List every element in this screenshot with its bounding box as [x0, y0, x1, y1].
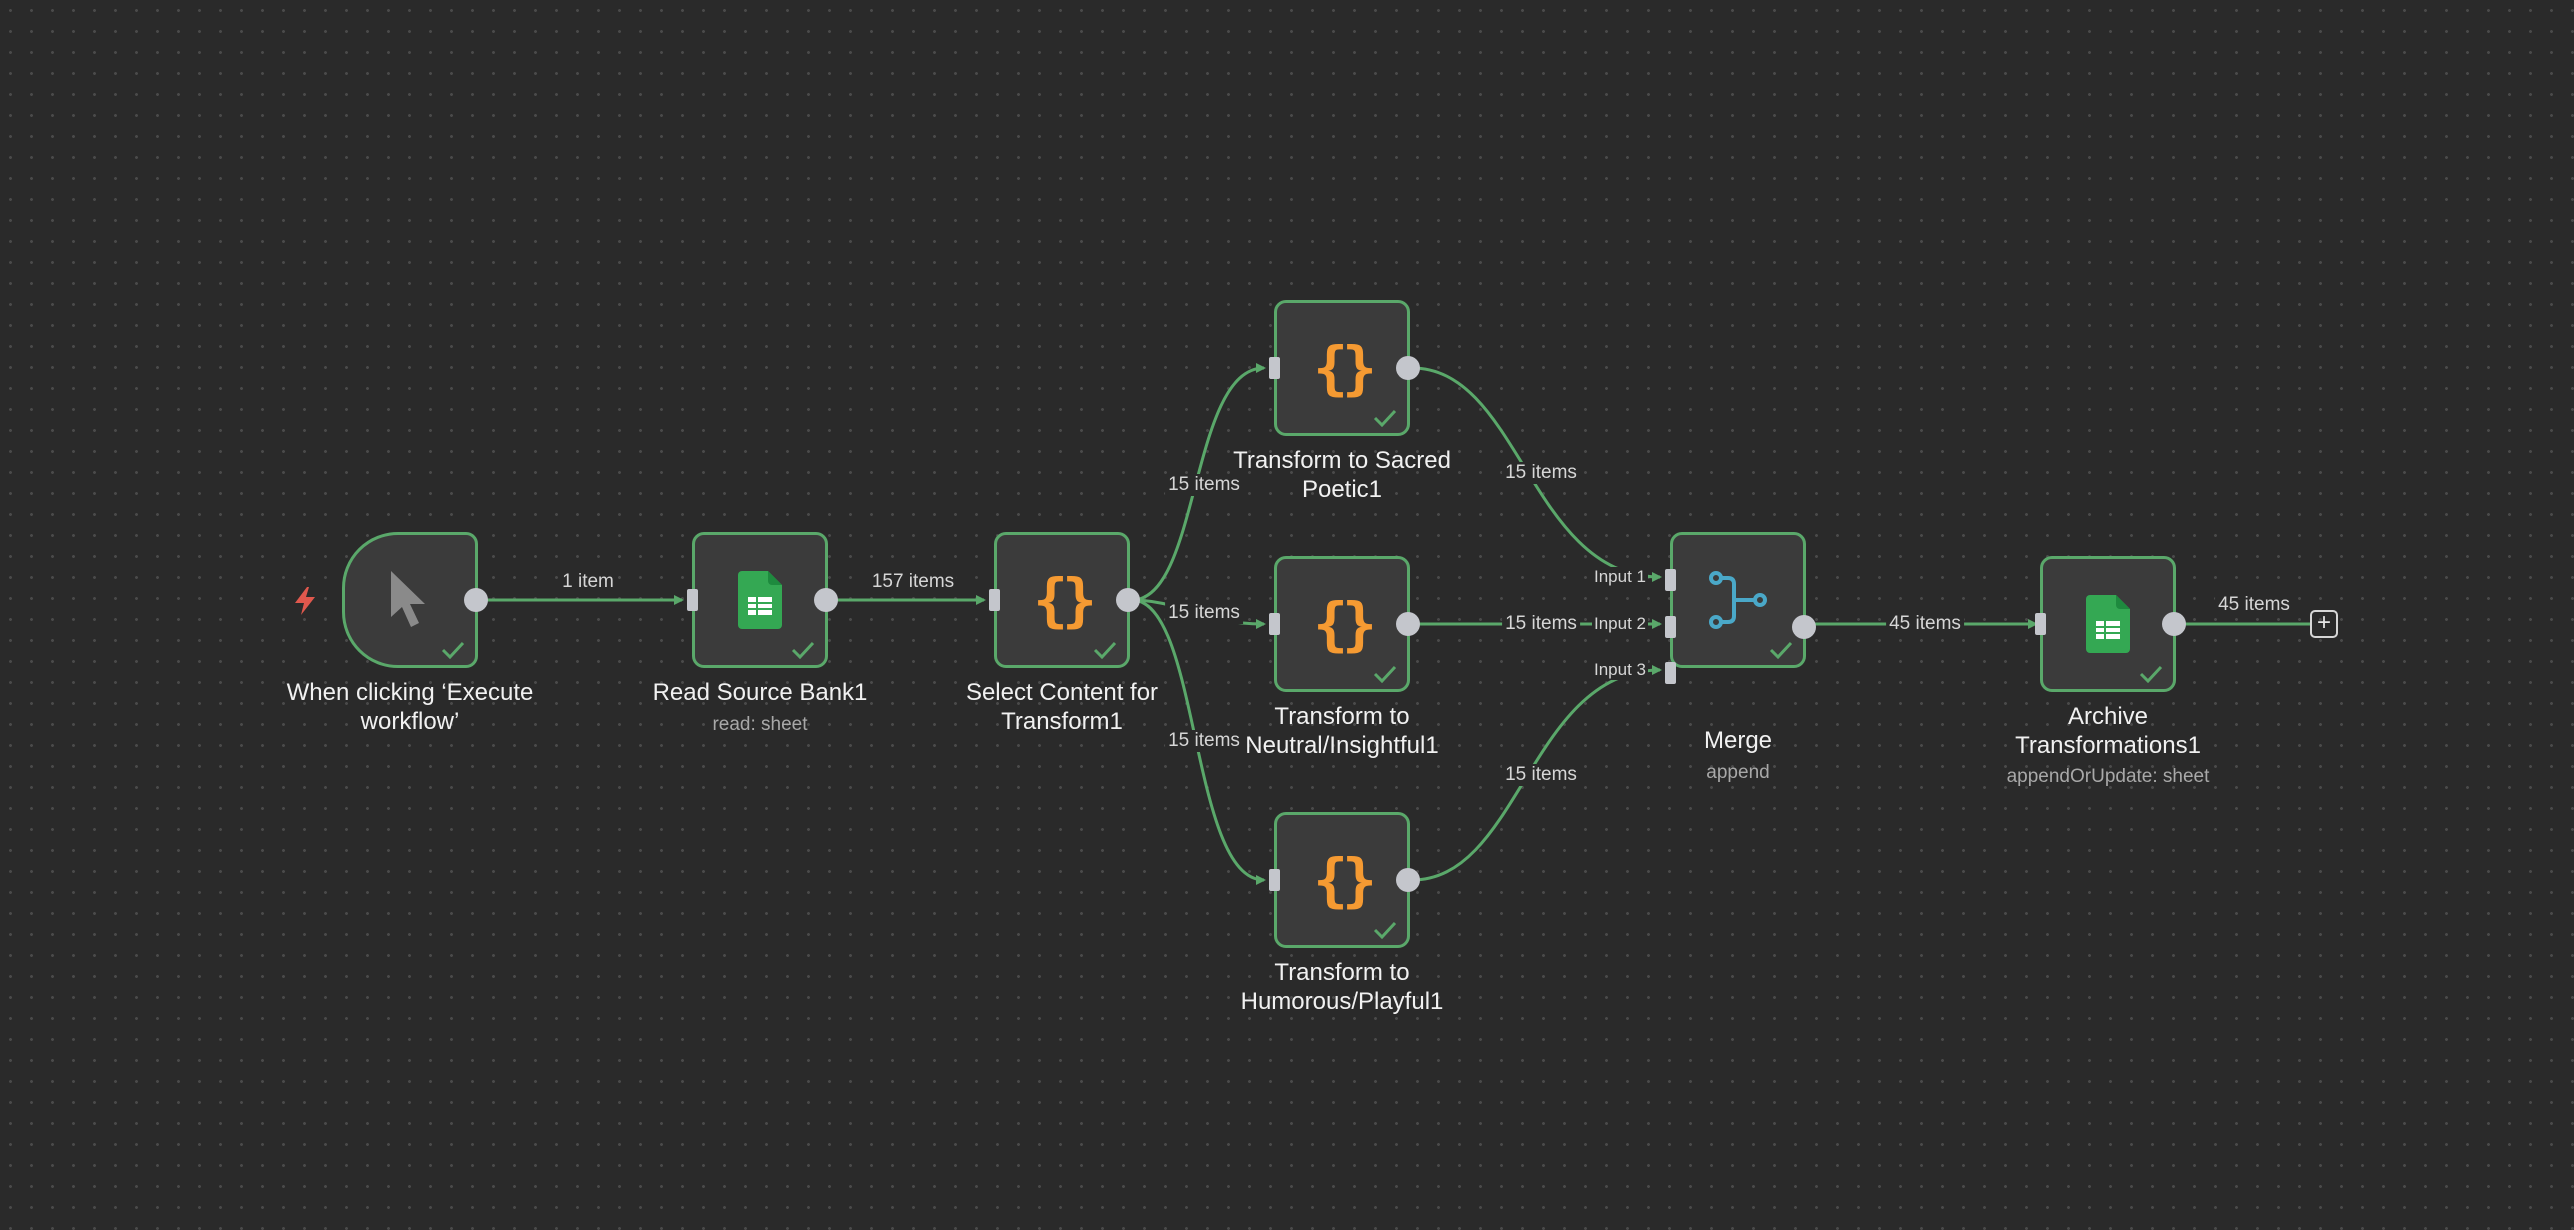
checkmark-icon: [2139, 665, 2163, 683]
output-port[interactable]: [1396, 612, 1420, 636]
node-subtitle-archive: appendOrUpdate: sheet: [2006, 766, 2210, 787]
input-port[interactable]: [1269, 357, 1280, 379]
edge-label-read-to-select: 157 items: [868, 571, 958, 593]
merge-input-2-label: Input 2: [1592, 614, 1648, 634]
google-sheets-icon: [738, 571, 782, 629]
edge-label-trigger-to-read: 1 item: [559, 571, 617, 593]
edge-label-neutral-to-merge: 15 items: [1502, 613, 1580, 635]
plus-icon: +: [2316, 609, 2331, 636]
node-title-transform-neutral: Transform to Neutral/Insightful1: [1245, 703, 1439, 759]
node-select-content[interactable]: {}: [989, 532, 1140, 668]
input-port[interactable]: [687, 589, 698, 611]
node-transform-neutral[interactable]: {}: [1269, 556, 1420, 692]
edge-label-humorous-to-merge: 15 items: [1502, 764, 1580, 786]
input-port[interactable]: [1269, 869, 1280, 891]
checkmark-icon: [1373, 665, 1397, 683]
node-merge[interactable]: [1665, 532, 1816, 684]
lightning-bolt-icon: [295, 587, 315, 615]
code-braces-icon: {}: [1313, 846, 1377, 914]
merge-icon: [1709, 571, 1767, 629]
output-port[interactable]: [1396, 868, 1420, 892]
input-port-2[interactable]: [1665, 616, 1676, 638]
output-port[interactable]: [464, 588, 488, 612]
checkmark-icon: [791, 641, 815, 659]
workflow-canvas[interactable]: 1 item 157 items 15 items 15 items 15 it…: [0, 0, 2574, 1230]
node-title-select-content: Select Content for Transform1: [965, 679, 1159, 735]
edge-label-select-to-neutral: 15 items: [1165, 602, 1243, 624]
input-port-3[interactable]: [1665, 662, 1676, 684]
node-transform-sacred[interactable]: {}: [1269, 300, 1420, 436]
merge-input-3-label: Input 3: [1592, 660, 1648, 680]
node-read-source-bank[interactable]: [687, 532, 838, 668]
input-port[interactable]: [989, 589, 1000, 611]
checkmark-icon: [441, 641, 465, 659]
output-port[interactable]: [814, 588, 838, 612]
code-braces-icon: {}: [1313, 334, 1377, 402]
node-title-read-source: Read Source Bank1: [652, 679, 868, 706]
output-port[interactable]: [1116, 588, 1140, 612]
checkmark-icon: [1093, 641, 1117, 659]
input-port-1[interactable]: [1665, 569, 1676, 591]
add-node-button[interactable]: +: [2310, 610, 2338, 638]
merge-input-1-label: Input 1: [1592, 567, 1648, 587]
node-transform-humorous[interactable]: {}: [1269, 812, 1420, 948]
checkmark-icon: [1373, 921, 1397, 939]
edge-label-merge-to-archive: 45 items: [1886, 613, 1964, 635]
node-title-trigger: When clicking ‘Execute workflow’: [286, 679, 534, 735]
edge-label-sacred-to-merge: 15 items: [1502, 462, 1580, 484]
code-braces-icon: {}: [1033, 566, 1097, 634]
node-title-transform-sacred: Transform to Sacred Poetic1: [1233, 447, 1451, 503]
input-port[interactable]: [2035, 613, 2046, 635]
node-subtitle-merge: append: [1706, 762, 1770, 783]
code-braces-icon: {}: [1313, 590, 1377, 658]
input-port[interactable]: [1269, 613, 1280, 635]
node-title-transform-humorous: Transform to Humorous/Playful1: [1240, 959, 1444, 1015]
edge-label-archive-out: 45 items: [2215, 594, 2293, 616]
node-archive-transformations[interactable]: [2035, 556, 2186, 692]
node-manual-trigger[interactable]: [342, 532, 488, 668]
mouse-pointer-icon: [391, 571, 425, 627]
checkmark-icon: [1373, 409, 1397, 427]
google-sheets-icon: [2086, 595, 2130, 653]
output-port[interactable]: [1396, 356, 1420, 380]
node-subtitle-read-source: read: sheet: [712, 714, 808, 735]
output-port[interactable]: [1792, 615, 1816, 639]
output-port[interactable]: [2162, 612, 2186, 636]
node-title-merge: Merge: [1703, 727, 1773, 754]
node-title-archive: Archive Transformations1: [2015, 703, 2201, 759]
checkmark-icon: [1769, 641, 1793, 659]
